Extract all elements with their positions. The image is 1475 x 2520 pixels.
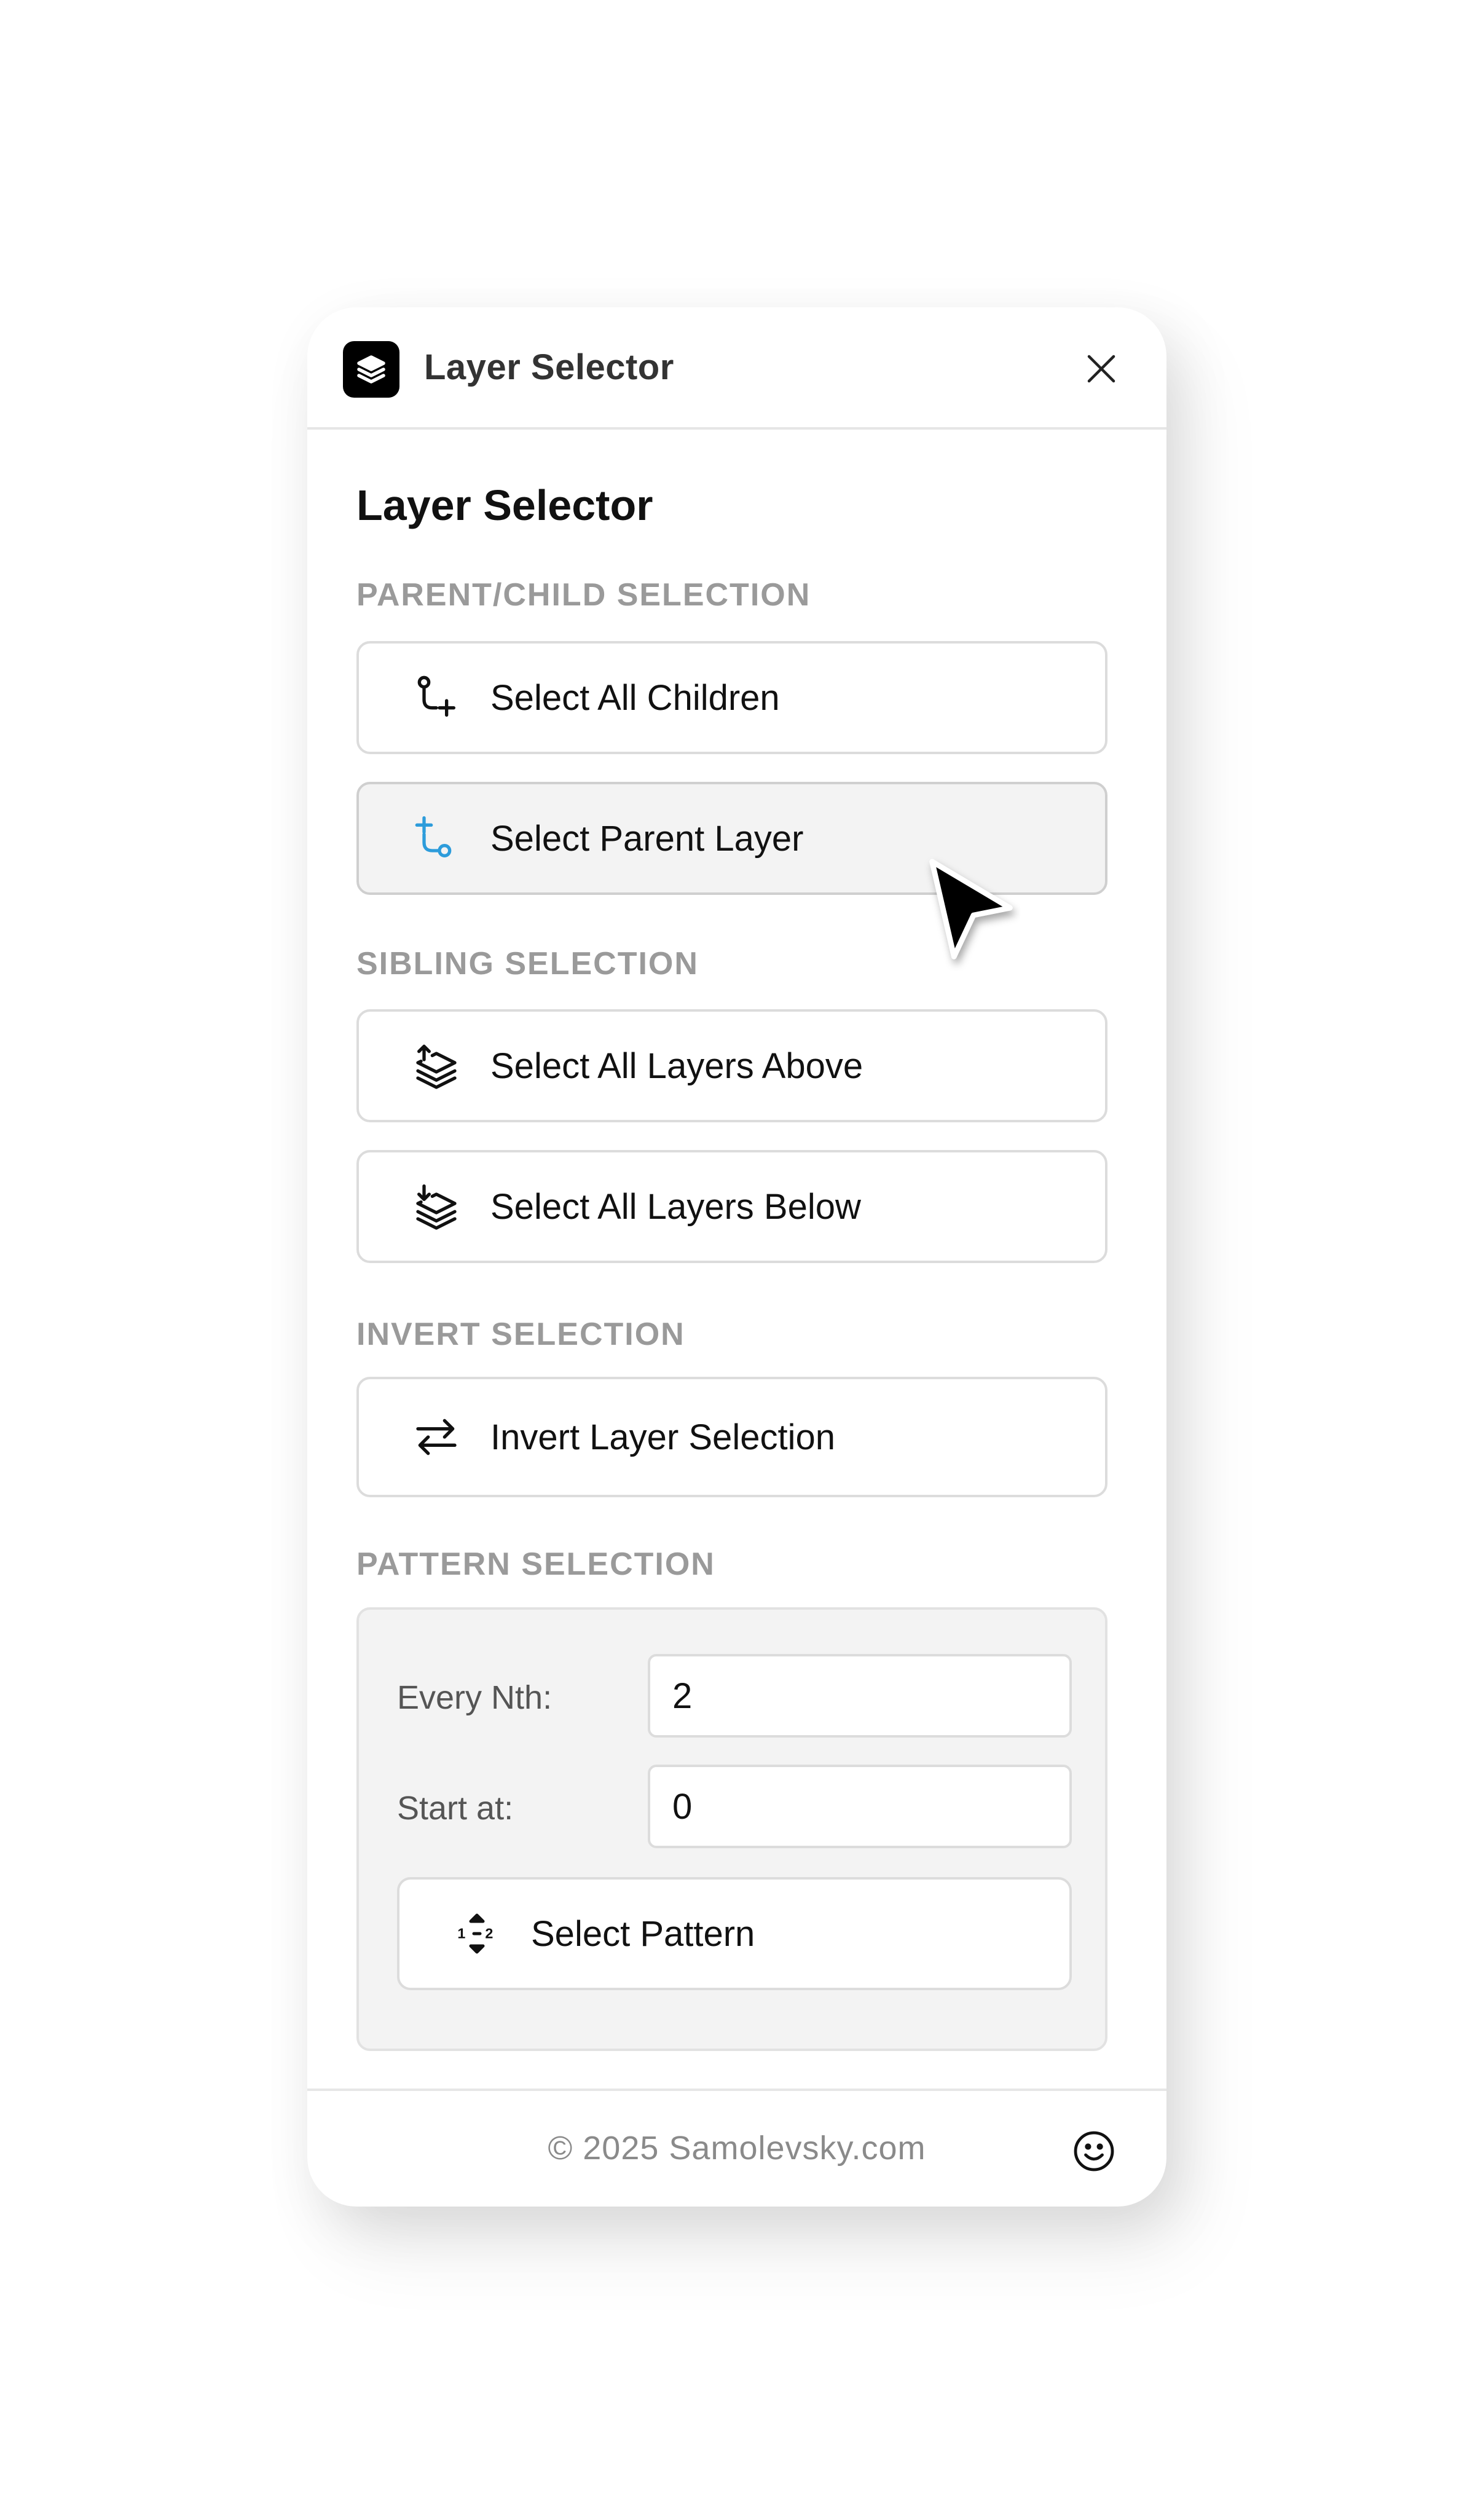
every-nth-label: Every Nth: [397,1679,553,1716]
start-at-input[interactable] [648,1765,1072,1848]
parent-branch-icon [407,809,466,868]
invert-layer-selection-button[interactable]: Invert Layer Selection [356,1377,1107,1497]
pattern-selection-box: Every Nth: Start at: 1 2 Select Pattern [356,1607,1107,2051]
invert-layer-selection-label: Invert Layer Selection [490,1417,835,1457]
smiley-icon [1074,2131,1114,2172]
svg-text:2: 2 [485,1925,493,1941]
titlebar: Layer Selector [307,307,1166,430]
smiley-button[interactable] [1069,2127,1119,2176]
footer: © 2025 Samolevsky.com [307,2089,1166,2207]
section-label-parent-child: PARENT/CHILD SELECTION [356,577,811,613]
select-all-layers-below-label: Select All Layers Below [490,1186,861,1227]
pattern-icon: 1 2 [447,1904,506,1963]
start-at-label: Start at: [397,1790,514,1827]
swap-arrows-icon [407,1408,466,1467]
page-title: Layer Selector [356,481,653,529]
select-parent-layer-label: Select Parent Layer [490,818,804,859]
layer-selector-panel: Layer Selector Layer Selector PARENT/CHI… [307,307,1166,2207]
every-nth-input[interactable] [648,1654,1072,1738]
select-all-layers-above-label: Select All Layers Above [490,1045,863,1086]
select-pattern-button[interactable]: 1 2 Select Pattern [397,1877,1072,1990]
svg-text:1: 1 [457,1925,465,1941]
close-icon [1087,355,1115,383]
copyright-text: © 2025 Samolevsky.com [548,2130,926,2167]
select-all-layers-below-button[interactable]: Select All Layers Below [356,1150,1107,1263]
layers-down-icon [407,1177,466,1236]
section-label-pattern: PATTERN SELECTION [356,1546,715,1582]
layers-icon [343,341,399,398]
select-pattern-label: Select Pattern [531,1913,755,1954]
children-branch-icon [407,668,466,727]
mouse-cursor-icon [922,854,1020,971]
select-all-children-label: Select All Children [490,677,780,718]
select-all-children-button[interactable]: Select All Children [356,641,1107,754]
section-label-sibling: SIBLING SELECTION [356,946,699,982]
layers-up-icon [407,1036,466,1095]
select-all-layers-above-button[interactable]: Select All Layers Above [356,1009,1107,1122]
section-label-invert: INVERT SELECTION [356,1317,685,1352]
window-title: Layer Selector [424,347,674,387]
close-button[interactable] [1077,344,1126,393]
